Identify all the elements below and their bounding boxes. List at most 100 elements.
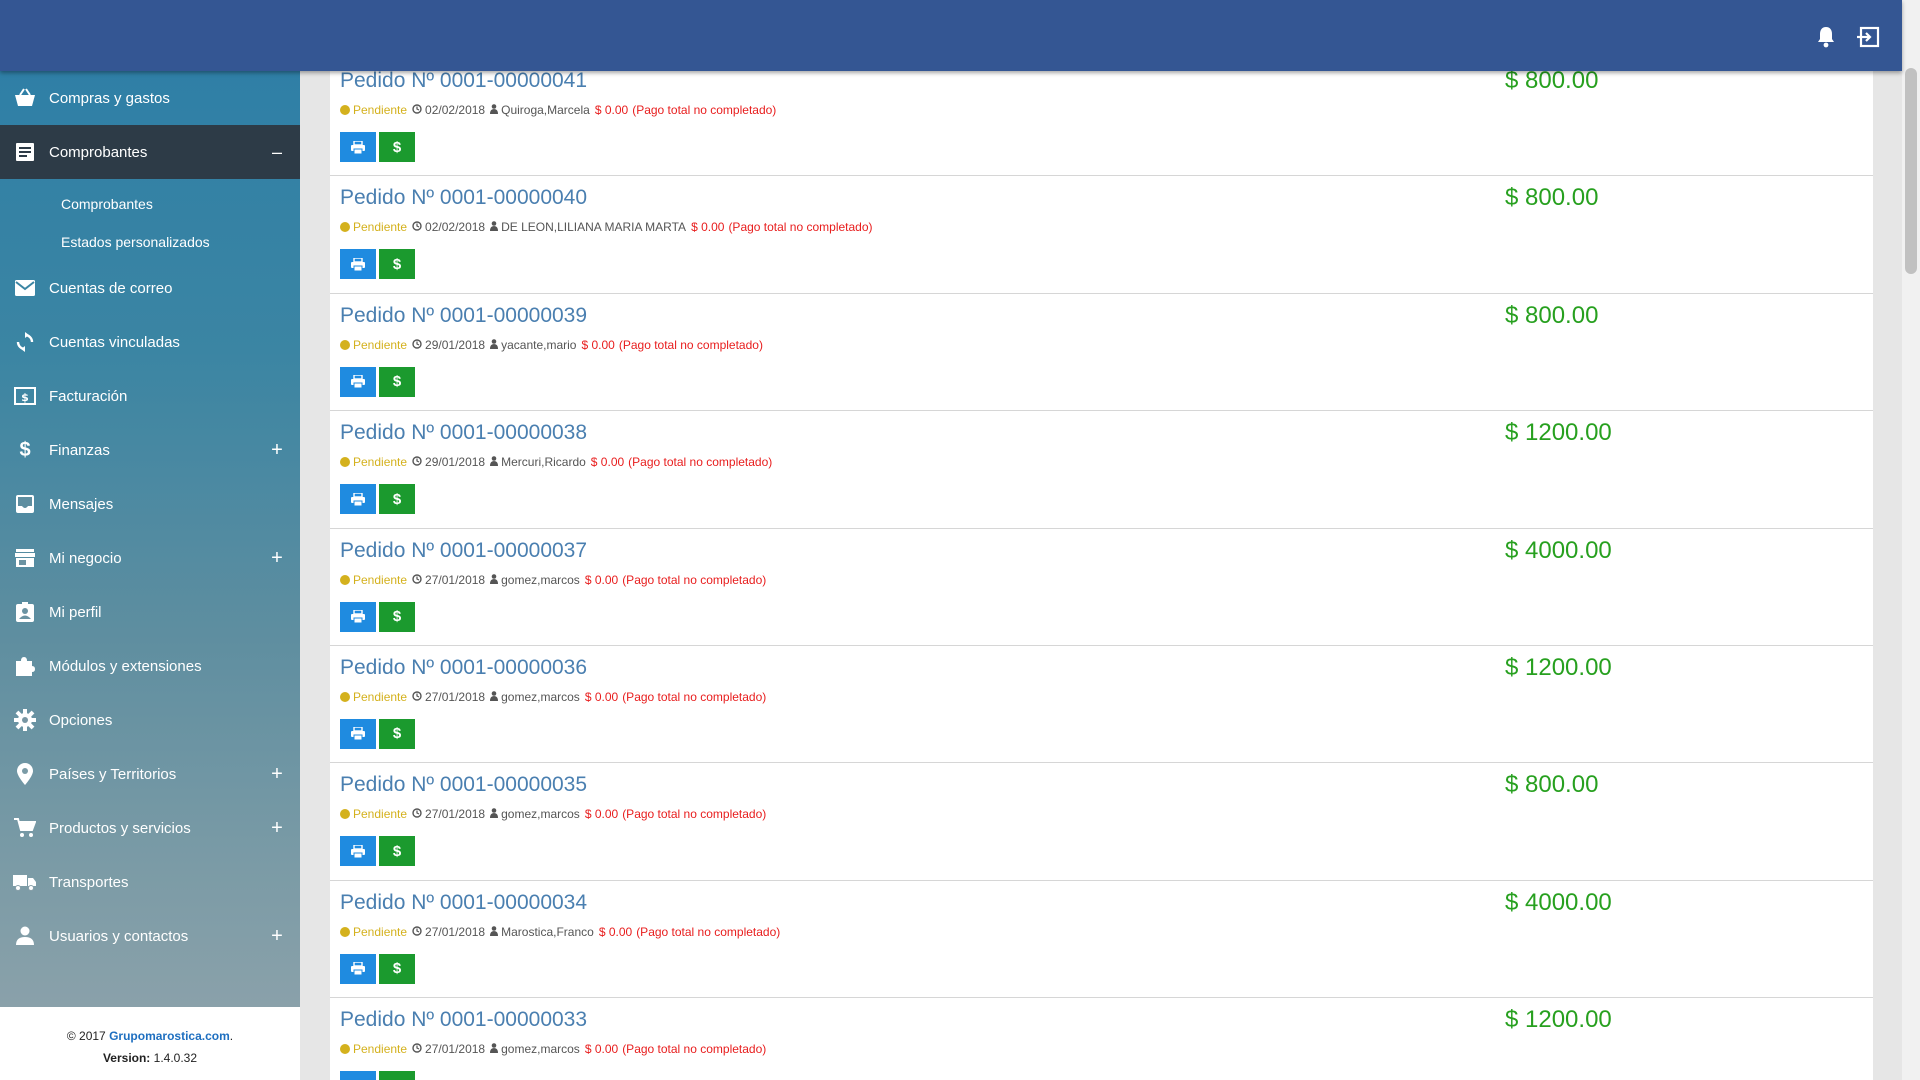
sidebar-item-productos-y-servicios[interactable]: Productos y servicios + bbox=[0, 801, 300, 855]
sidebar-item-finanzas[interactable]: $ Finanzas + bbox=[0, 423, 300, 477]
status-label: Pendiente bbox=[353, 572, 408, 587]
user-icon bbox=[490, 103, 499, 117]
expand-icon[interactable]: + bbox=[270, 547, 284, 569]
dollar-icon: $ bbox=[392, 725, 402, 743]
sidebar-item-opciones[interactable]: Opciones bbox=[0, 693, 300, 747]
payment-note: (Pago total no completado) bbox=[622, 572, 767, 587]
sidebar-item-usuarios-y-contactos[interactable]: Usuarios y contactos + bbox=[0, 909, 300, 963]
print-icon bbox=[351, 140, 365, 154]
expand-icon[interactable]: + bbox=[270, 439, 284, 461]
sidebar-item-label: Compras y gastos bbox=[49, 89, 170, 107]
order-row: Pedido Nº 0001-00000040 Pendiente 02/02/… bbox=[330, 176, 1873, 294]
payment-note: (Pago total no completado) bbox=[636, 924, 781, 939]
clock-icon bbox=[412, 690, 422, 704]
sidebar-item-modulos-y-extensiones[interactable]: Módulos y extensiones bbox=[0, 639, 300, 693]
pay-button[interactable]: $ bbox=[379, 718, 415, 749]
order-list: Pedido Nº 0001-00000041 Pendiente 02/02/… bbox=[330, 71, 1873, 1080]
status-label: Pendiente bbox=[353, 455, 408, 470]
sidebar-subitem-comprobantes[interactable]: Comprobantes bbox=[0, 185, 300, 223]
sidebar-item-facturacion[interactable]: $ Facturación bbox=[0, 369, 300, 423]
order-meta: Pendiente 27/01/2018 gomez,marcos $ 0.00… bbox=[340, 1042, 766, 1056]
scrollbar[interactable] bbox=[1902, 0, 1920, 1080]
print-button[interactable] bbox=[340, 249, 376, 280]
customer-name: Marostica,Franco bbox=[501, 924, 594, 939]
orders-panel: Pedido Nº 0001-00000041 Pendiente 02/02/… bbox=[330, 71, 1873, 1080]
customer-name: gomez,marcos bbox=[501, 807, 580, 822]
order-meta: Pendiente 29/01/2018 yacante,mario $ 0.0… bbox=[340, 338, 763, 352]
expand-icon[interactable]: + bbox=[270, 817, 284, 839]
order-total: $ 800.00 bbox=[1505, 771, 1599, 799]
sidebar-item-compras-y-gastos[interactable]: Compras y gastos bbox=[0, 71, 300, 125]
print-button[interactable] bbox=[340, 718, 376, 749]
expand-icon[interactable]: + bbox=[270, 925, 284, 947]
print-icon bbox=[351, 727, 365, 741]
print-button[interactable] bbox=[340, 836, 376, 867]
paid-amount: $ 0.00 bbox=[584, 807, 619, 822]
order-title-link[interactable]: Pedido Nº 0001-00000039 bbox=[340, 304, 587, 328]
pay-button[interactable]: $ bbox=[379, 484, 415, 515]
order-title-link[interactable]: Pedido Nº 0001-00000034 bbox=[340, 891, 587, 915]
sidebar-item-paises-y-territorios[interactable]: Países y Territorios + bbox=[0, 747, 300, 801]
pay-button[interactable]: $ bbox=[379, 132, 415, 162]
dollar-icon: $ bbox=[392, 960, 402, 978]
dollar-icon: $ bbox=[392, 373, 402, 391]
sidebar-subitem-estados-personalizados[interactable]: Estados personalizados bbox=[0, 223, 300, 261]
order-row: Pedido Nº 0001-00000039 Pendiente 29/01/… bbox=[330, 294, 1873, 412]
order-title-link[interactable]: Pedido Nº 0001-00000037 bbox=[340, 539, 587, 563]
sidebar-item-mensajes[interactable]: Mensajes bbox=[0, 477, 300, 531]
sidebar-item-label: Cuentas vinculadas bbox=[49, 333, 180, 351]
logout-icon[interactable] bbox=[1855, 24, 1881, 50]
order-title-link[interactable]: Pedido Nº 0001-00000038 bbox=[340, 421, 587, 445]
pay-button[interactable]: $ bbox=[379, 601, 415, 632]
clock-icon bbox=[412, 455, 422, 469]
order-title-link[interactable]: Pedido Nº 0001-00000041 bbox=[340, 71, 587, 93]
status-dot-icon bbox=[340, 105, 350, 115]
pay-button[interactable]: $ bbox=[379, 953, 415, 984]
order-date: 02/02/2018 bbox=[425, 103, 486, 117]
person-icon bbox=[13, 924, 37, 948]
customer-name: gomez,marcos bbox=[501, 572, 580, 587]
gear-icon bbox=[13, 708, 37, 732]
order-total: $ 4000.00 bbox=[1505, 536, 1612, 564]
sidebar-item-transportes[interactable]: Transportes bbox=[0, 855, 300, 909]
sidebar-item-comprobantes[interactable]: Comprobantes – bbox=[0, 125, 300, 179]
status-label: Pendiente bbox=[353, 337, 408, 352]
print-button[interactable] bbox=[340, 953, 376, 984]
pay-button[interactable]: $ bbox=[379, 249, 415, 280]
customer-name: DE LEON,LILIANA MARIA MARTA bbox=[501, 220, 687, 235]
print-button[interactable] bbox=[340, 366, 376, 397]
sidebar-item-mi-perfil[interactable]: Mi perfil bbox=[0, 585, 300, 639]
pay-button[interactable]: $ bbox=[379, 366, 415, 397]
user-icon bbox=[490, 925, 499, 939]
sidebar-item-label: Finanzas bbox=[49, 441, 110, 459]
order-title-link[interactable]: Pedido Nº 0001-00000040 bbox=[340, 186, 587, 210]
print-icon bbox=[351, 375, 365, 389]
scrollbar-thumb[interactable] bbox=[1905, 68, 1917, 274]
pay-button[interactable]: $ bbox=[379, 836, 415, 867]
order-meta: Pendiente 29/01/2018 Mercuri,Ricardo $ 0… bbox=[340, 455, 772, 469]
version-value: 1.4.0.32 bbox=[150, 1051, 198, 1065]
order-date: 29/01/2018 bbox=[425, 337, 486, 352]
print-button[interactable] bbox=[340, 132, 376, 162]
customer-name: gomez,marcos bbox=[501, 1042, 580, 1057]
order-date: 27/01/2018 bbox=[425, 572, 486, 587]
status-dot-icon bbox=[340, 926, 350, 937]
sidebar-item-cuentas-vinculadas[interactable]: Cuentas vinculadas bbox=[0, 315, 300, 369]
order-title-link[interactable]: Pedido Nº 0001-00000033 bbox=[340, 1008, 587, 1032]
print-button[interactable] bbox=[340, 484, 376, 515]
print-button[interactable] bbox=[340, 1071, 376, 1080]
bell-icon[interactable] bbox=[1813, 24, 1839, 50]
sidebar-item-cuentas-de-correo[interactable]: Cuentas de correo bbox=[0, 261, 300, 315]
basket-icon bbox=[13, 86, 37, 110]
dollar-icon: $ bbox=[19, 438, 31, 461]
print-button[interactable] bbox=[340, 601, 376, 632]
sidebar-item-mi-negocio[interactable]: Mi negocio + bbox=[0, 531, 300, 585]
store-icon bbox=[13, 546, 37, 570]
collapse-icon[interactable]: – bbox=[270, 142, 284, 162]
order-title-link[interactable]: Pedido Nº 0001-00000036 bbox=[340, 656, 587, 680]
paid-amount: $ 0.00 bbox=[584, 1042, 619, 1057]
company-link[interactable]: Grupomarostica.com bbox=[109, 1029, 230, 1043]
expand-icon[interactable]: + bbox=[270, 763, 284, 785]
order-title-link[interactable]: Pedido Nº 0001-00000035 bbox=[340, 773, 587, 797]
pay-button[interactable]: $ bbox=[379, 1071, 415, 1080]
